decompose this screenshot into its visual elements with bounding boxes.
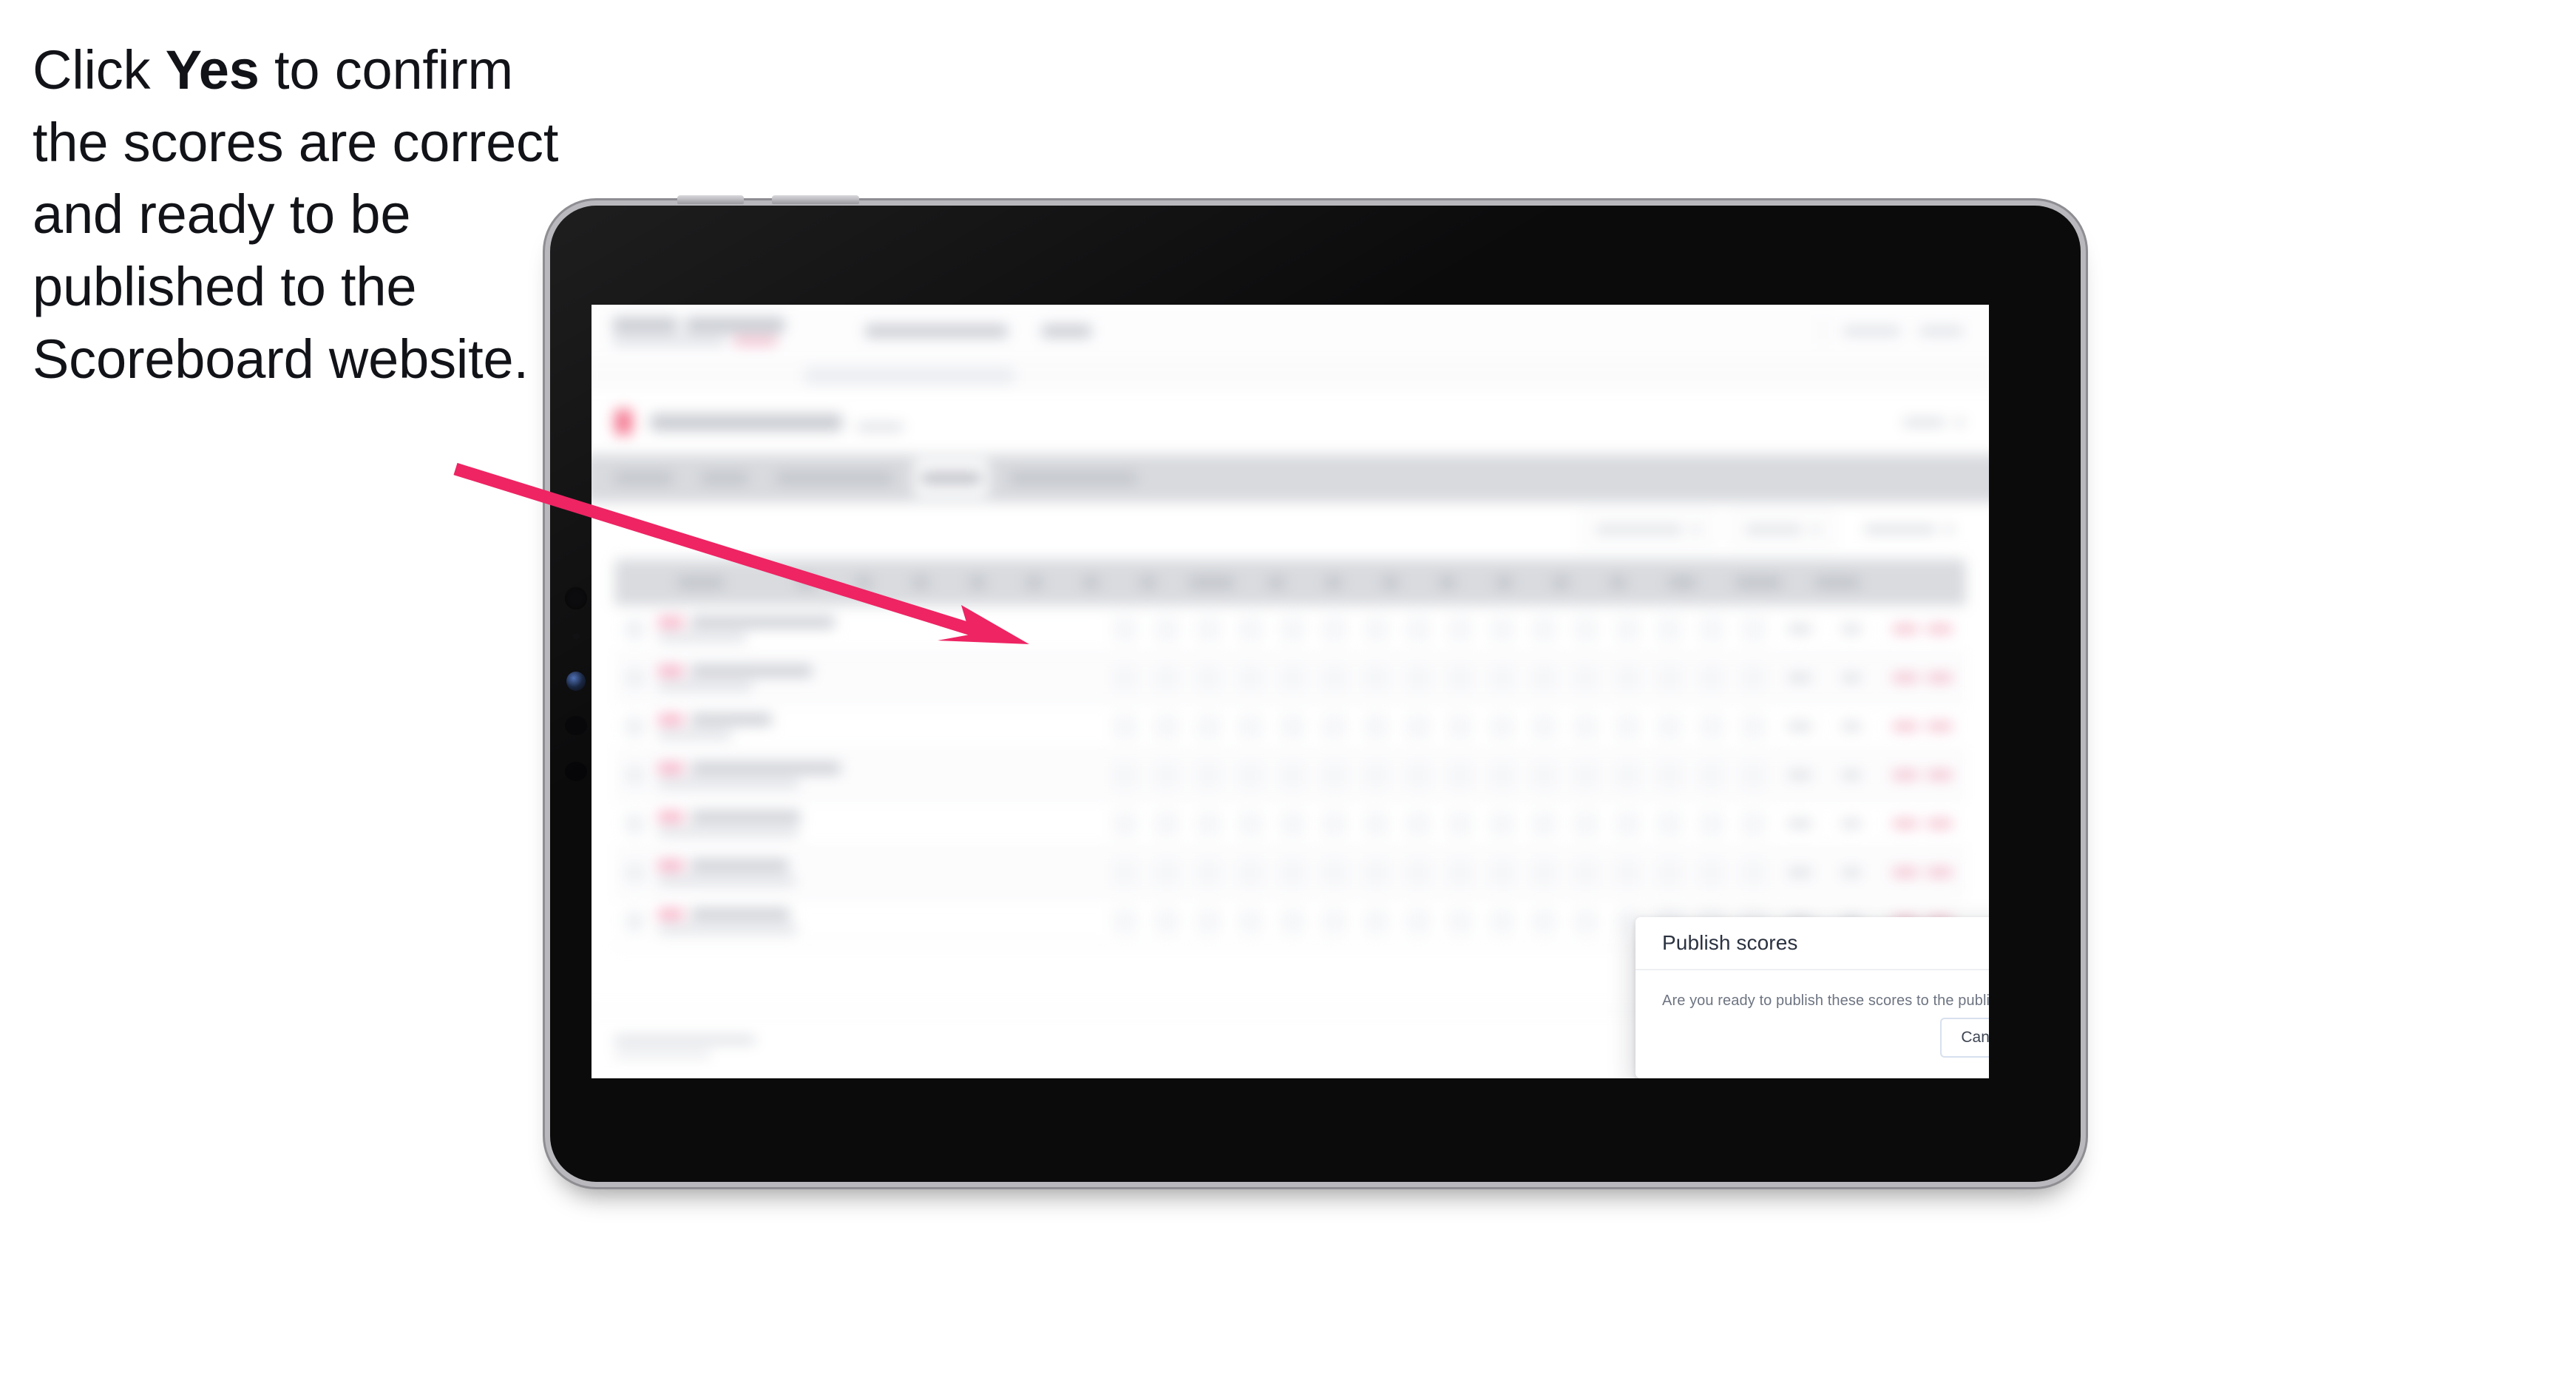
app-header (592, 305, 1989, 362)
rank-badge (657, 714, 684, 725)
page-subtitle (857, 422, 904, 431)
rank-badge (657, 860, 684, 871)
device-screen: Publish scores × Are you ready to publis… (592, 305, 1989, 1078)
sensor-dot-icon (573, 633, 580, 640)
microphone-dot-icon (565, 762, 587, 781)
dialog-title: Publish scores (1662, 931, 1798, 954)
page-title-row (592, 390, 1989, 455)
rank-badge (657, 909, 684, 919)
tab-leaderboard[interactable] (1002, 465, 1144, 490)
breadcrumb[interactable] (804, 367, 1014, 385)
power-button[interactable] (772, 195, 859, 204)
instruction-caption: Click Yes to confirm the scores are corr… (33, 34, 594, 395)
table-row[interactable] (614, 848, 1966, 898)
results-table-body (614, 606, 1966, 947)
table-row[interactable] (614, 606, 1966, 655)
row-checkbox[interactable] (625, 911, 645, 931)
filter-row (592, 501, 1989, 556)
app-logo[interactable] (613, 317, 784, 345)
more-icon[interactable] (1955, 418, 1965, 427)
dialog-body: Are you ready to publish these scores to… (1636, 970, 1989, 1010)
page-title (650, 413, 842, 431)
table-row[interactable] (614, 654, 1966, 703)
row-checkbox[interactable] (625, 862, 645, 882)
row-checkbox[interactable] (625, 716, 645, 737)
speaker-dot-icon (565, 716, 587, 735)
dialog-header: Publish scores × (1636, 917, 1989, 970)
camera-icon (565, 587, 587, 609)
footer-status-text (614, 1035, 756, 1058)
tab-bar[interactable] (592, 454, 1989, 502)
tab-start-lists[interactable] (769, 465, 901, 490)
status-badge (1902, 418, 1945, 427)
row-checkbox[interactable] (625, 619, 645, 639)
dialog-actions: Cancel Yes (1940, 1018, 1989, 1058)
tab-details[interactable] (607, 465, 680, 490)
rank-badge (657, 763, 684, 774)
row-checkbox[interactable] (625, 814, 645, 834)
account-link[interactable] (1919, 326, 1963, 335)
table-row[interactable] (614, 800, 1966, 849)
volume-button[interactable] (677, 195, 744, 204)
filter-round-select[interactable] (1731, 512, 1834, 547)
app-subbar (592, 361, 1989, 391)
help-link[interactable] (1843, 326, 1900, 335)
app-nav[interactable] (865, 324, 1091, 337)
results-table-header (614, 558, 1966, 606)
tab-results[interactable] (913, 459, 989, 497)
divider (1822, 318, 1824, 344)
rank-badge (657, 617, 684, 627)
caption-text-before: Click (33, 39, 166, 101)
filter-toggle[interactable] (1850, 512, 1967, 547)
table-row[interactable] (614, 751, 1966, 800)
tab-entries[interactable] (694, 465, 755, 490)
row-checkbox[interactable] (625, 765, 645, 785)
tablet-device: Publish scores × Are you ready to publis… (550, 195, 2081, 1182)
app-header-actions[interactable] (1822, 318, 1963, 344)
event-icon (614, 409, 633, 435)
publish-scores-dialog: Publish scores × Are you ready to publis… (1636, 917, 1989, 1078)
row-checkbox[interactable] (625, 668, 645, 688)
rank-badge (657, 811, 684, 822)
camera-lens-icon (566, 672, 586, 691)
caption-emphasis: Yes (165, 39, 260, 101)
cancel-button[interactable]: Cancel (1940, 1018, 1989, 1058)
table-row[interactable] (614, 703, 1966, 751)
dialog-message: Are you ready to publish these scores to… (1662, 993, 1989, 1009)
filter-event-select[interactable] (1581, 512, 1715, 547)
rank-badge (657, 666, 684, 676)
